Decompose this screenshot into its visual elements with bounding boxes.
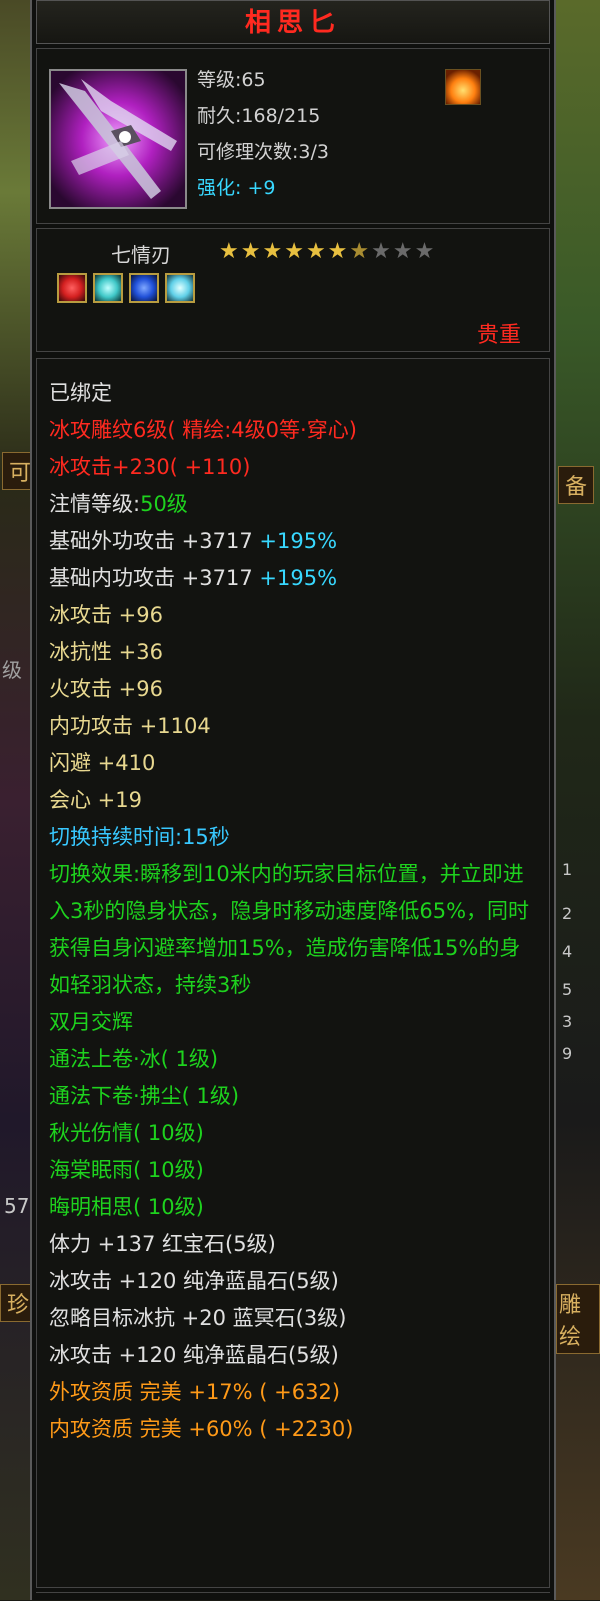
quality-line: 内攻资质 完美 +60% ( +2230) [49, 1417, 354, 1441]
weapon-name-section: 七情刃 ★★★★★★★★★★ 贵重 [36, 228, 550, 352]
right-side-number: 5 [562, 980, 573, 999]
blue-gem-icon [129, 273, 159, 303]
aqua-gem-icon [165, 273, 195, 303]
infuse-level-line: 注情等级:50级 [49, 486, 539, 523]
red-gem-icon [57, 273, 87, 303]
gem-bonus-line: 冰攻击 +120 纯净蓝晶石(5级) [49, 1269, 339, 1293]
right-side-number: 1 [562, 860, 573, 879]
item-header-section: 等级:65 耐久:168/215 可修理次数:3/3 强化: +9 [36, 48, 550, 224]
ice-attack-base-line: 冰攻击+230( +110) [49, 455, 251, 479]
gem-bonus-line: 体力 +137 红宝石(5级) [49, 1232, 276, 1256]
weapon-name: 七情刃 [111, 243, 171, 267]
gem-bonus-line: 冰攻击 +120 纯净蓝晶石(5级) [49, 1343, 339, 1367]
bound-status: 已绑定 [49, 381, 112, 405]
enhance-stat: 强化: +9 [197, 173, 275, 200]
enhance-value: +9 [241, 177, 276, 199]
internal-attack-line: 基础内功攻击 +3717 +195% [49, 560, 539, 597]
star-rating: ★★★★★★★★★★ [219, 239, 436, 264]
attributes-section: 已绑定 冰攻雕纹6级( 精绘:4级0等·穿心) 冰攻击+230( +110) 注… [36, 358, 550, 1588]
set-item: 海棠眠雨( 10级) [49, 1158, 204, 1182]
star-filled-icon: ★ [219, 239, 241, 264]
durability-stat: 耐久:168/215 [197, 101, 320, 128]
repair-count-value: :3/3 [292, 141, 329, 163]
right-side-number: 2 [562, 904, 573, 923]
ice-attack-line: 冰攻击 +96 [49, 603, 163, 627]
right-side-number: 3 [562, 1012, 573, 1031]
star-filled-icon: ★ [327, 239, 350, 264]
infuse-level-value: 50级 [140, 492, 188, 516]
set-item: 秋光伤情( 10级) [49, 1121, 204, 1145]
star-empty-icon: ★ [371, 239, 393, 264]
item-title: 相思匕 [244, 8, 341, 38]
external-attack-percent: +195% [259, 529, 338, 553]
item-title-bar: 相思匕 [36, 0, 550, 44]
set-item: 通法上卷·冰( 1级) [49, 1047, 219, 1071]
star-filled-icon: ★ [240, 239, 263, 264]
right-side-number: 9 [562, 1044, 573, 1063]
right-side-tab[interactable]: 备 [558, 466, 595, 504]
quality-line: 外攻资质 完美 +17% ( +632) [49, 1380, 341, 1404]
set-item: 晦明相思( 10级) [49, 1195, 204, 1219]
dodge-line: 闪避 +410 [49, 751, 156, 775]
enhance-label: 强化: [197, 177, 242, 199]
repair-count-label: 可修理次数 [197, 141, 293, 163]
repair-count-stat: 可修理次数:3/3 [197, 137, 329, 164]
switch-effect-text: 切换效果:瞬移到10米内的玩家目标位置，并立即进入3秒的隐身状态，隐身时移动速度… [49, 862, 530, 997]
engrave-line: 冰攻雕纹6级( 精绘:4级0等·穿心) [49, 418, 357, 442]
right-side-number: 4 [562, 942, 573, 961]
level-label: 等级 [197, 69, 236, 91]
right-bottom-tab[interactable]: 雕绘 [556, 1284, 600, 1354]
star-filled-icon: ★ [284, 239, 306, 264]
star-filled-icon: ★ [305, 239, 328, 264]
cyan-gem-icon [93, 273, 123, 303]
weapon-icon [49, 69, 187, 209]
inner-attack-line: 内功攻击 +1104 [49, 714, 211, 738]
crit-line: 会心 +19 [49, 788, 142, 812]
left-side-label: 级 [2, 658, 22, 682]
ice-resist-line: 冰抗性 +36 [49, 640, 163, 664]
rarity-label: 贵重 [476, 323, 521, 348]
flame-icon [445, 69, 481, 105]
star-half-icon: ★ [349, 239, 372, 264]
external-attack-label: 基础外功攻击 +3717 [49, 529, 260, 553]
level-value: :65 [235, 69, 266, 91]
background-right-scene [556, 0, 600, 1600]
internal-attack-label: 基础内功攻击 +3717 [49, 566, 260, 590]
fire-attack-line: 火攻击 +96 [49, 677, 163, 701]
star-empty-icon: ★ [392, 239, 415, 264]
gem-bonus-line: 忽略目标冰抗 +20 蓝冥石(3级) [49, 1306, 347, 1330]
socket-gems [57, 273, 201, 303]
star-filled-icon: ★ [262, 239, 285, 264]
internal-attack-percent: +195% [259, 566, 338, 590]
infuse-level-label: 注情等级: [49, 492, 141, 516]
switch-duration-line: 切换持续时间:15秒 [49, 825, 230, 849]
external-attack-line: 基础外功攻击 +3717 +195% [49, 523, 539, 560]
set-item: 通法下卷·拂尘( 1级) [49, 1084, 240, 1108]
star-empty-icon: ★ [414, 239, 437, 264]
level-stat: 等级:65 [197, 65, 266, 92]
durability-value: :168/215 [235, 105, 321, 127]
set-name: 双月交辉 [49, 1010, 133, 1034]
background-left-scene [0, 0, 34, 1600]
durability-label: 耐久 [197, 105, 236, 127]
left-side-number: 57 [4, 1194, 30, 1218]
attribute-list: 已绑定 冰攻雕纹6级( 精绘:4级0等·穿心) 冰攻击+230( +110) 注… [49, 375, 539, 1448]
